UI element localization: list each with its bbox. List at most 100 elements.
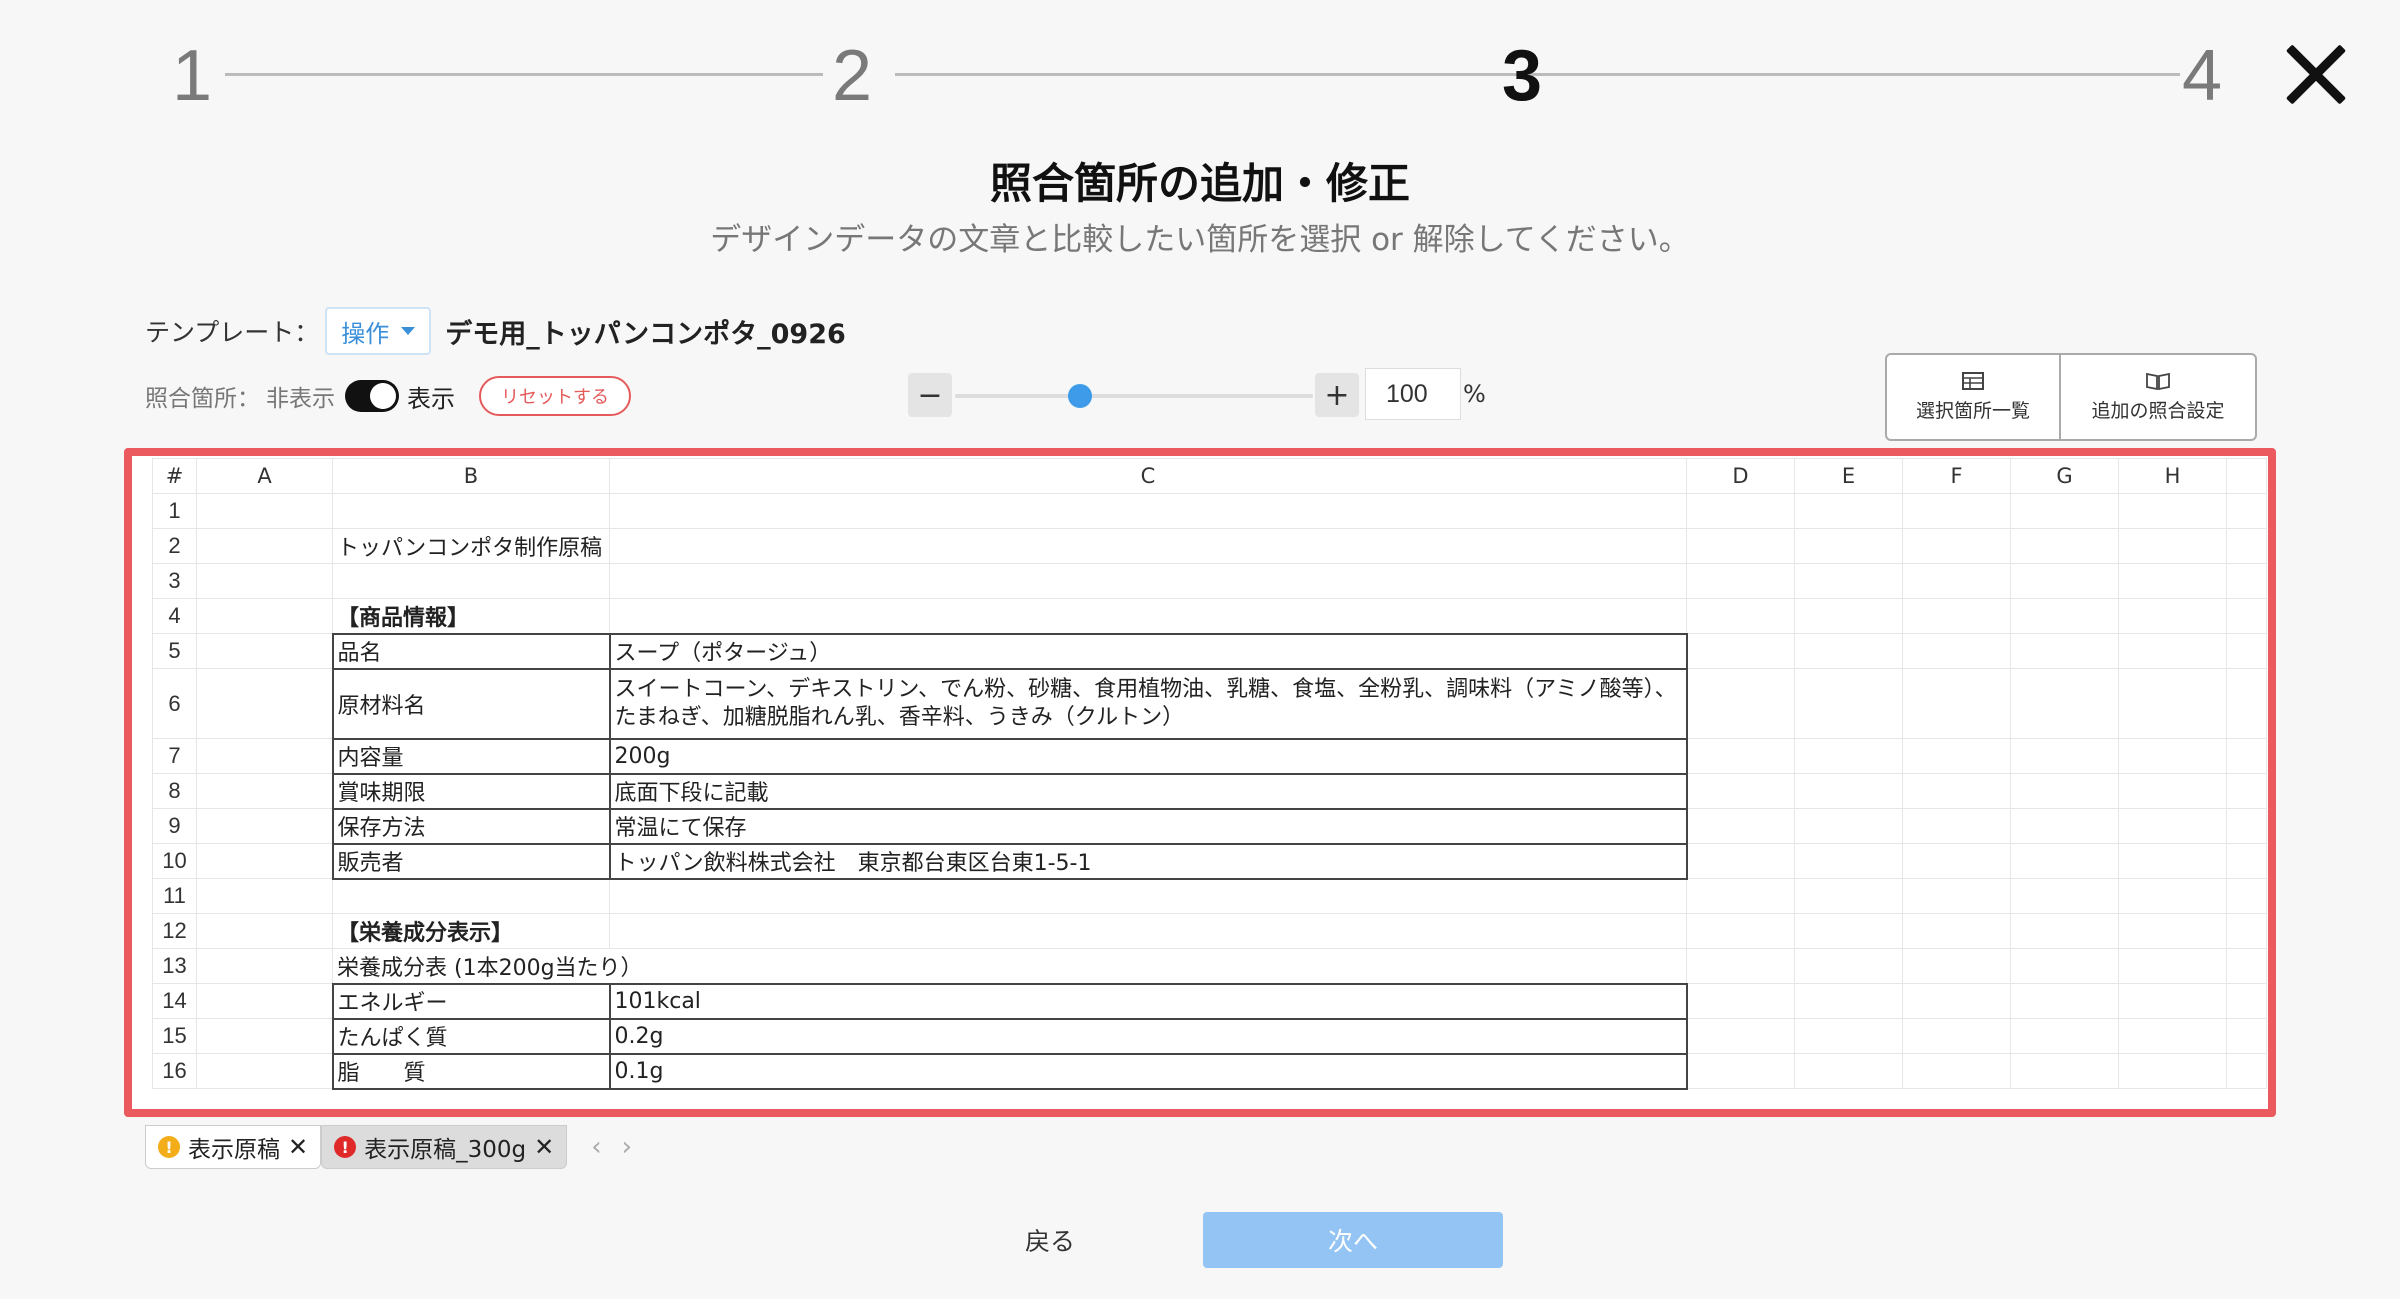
cell-a[interactable] xyxy=(196,808,333,844)
cell-f[interactable] xyxy=(1902,878,2011,914)
cell-b[interactable]: 品名 xyxy=(331,632,611,670)
column-header[interactable]: H xyxy=(2118,458,2227,494)
cell-b[interactable]: 栄養成分表 (1本200g当たり） xyxy=(332,948,1687,984)
cell-b[interactable]: トッパンコンポタ制作原稿 xyxy=(332,528,610,564)
cell-e[interactable] xyxy=(1794,563,1903,599)
cell-g[interactable] xyxy=(2010,493,2119,529)
cell-d[interactable] xyxy=(1686,668,1795,739)
cell-e[interactable] xyxy=(1794,493,1903,529)
cell-f[interactable] xyxy=(1902,843,2011,879)
cell-h[interactable] xyxy=(2118,913,2227,949)
cell-e[interactable] xyxy=(1794,668,1903,739)
chevron-left-icon[interactable]: ‹ xyxy=(591,1132,621,1162)
cell-a[interactable] xyxy=(196,948,333,984)
cell-e[interactable] xyxy=(1794,528,1903,564)
cell-b[interactable]: 【栄養成分表示】 xyxy=(332,913,610,949)
cell-g[interactable] xyxy=(2010,913,2119,949)
cell-h[interactable] xyxy=(2118,1018,2227,1054)
row-number[interactable]: 6 xyxy=(152,668,197,739)
selection-list-button[interactable]: 選択箇所一覧 xyxy=(1887,355,2059,439)
operation-dropdown[interactable]: 操作 xyxy=(325,307,432,355)
cell-b[interactable]: 【商品情報】 xyxy=(332,598,610,634)
cell-a[interactable] xyxy=(196,773,333,809)
cell-e[interactable] xyxy=(1794,1053,1903,1089)
cell-g[interactable] xyxy=(2010,1053,2119,1089)
cell-b[interactable] xyxy=(332,563,610,599)
cell-d[interactable] xyxy=(1686,1053,1795,1089)
cell-c[interactable]: 101kcal xyxy=(608,982,1688,1020)
cell-g[interactable] xyxy=(2010,1018,2119,1054)
reset-button[interactable]: リセットする xyxy=(479,376,631,416)
cell-g[interactable] xyxy=(2010,598,2119,634)
cell-d[interactable] xyxy=(1686,1018,1795,1054)
cell-d[interactable] xyxy=(1686,843,1795,879)
cell-e[interactable] xyxy=(1794,808,1903,844)
cell-h[interactable] xyxy=(2118,528,2227,564)
cell-f[interactable] xyxy=(1902,808,2011,844)
close-icon[interactable] xyxy=(2280,38,2352,110)
cell-h[interactable] xyxy=(2118,808,2227,844)
column-header[interactable]: E xyxy=(1794,458,1903,494)
cell-f[interactable] xyxy=(1902,668,2011,739)
cell-d[interactable] xyxy=(1686,983,1795,1019)
row-number[interactable]: 11 xyxy=(152,878,197,914)
cell-a[interactable] xyxy=(196,843,333,879)
cell-e[interactable] xyxy=(1794,738,1903,774)
cell-a[interactable] xyxy=(196,493,333,529)
cell-e[interactable] xyxy=(1794,633,1903,669)
cell-b[interactable]: 内容量 xyxy=(331,737,611,775)
cell-c[interactable]: 0.2g xyxy=(608,1017,1688,1055)
cell-c[interactable]: スープ（ポタージュ） xyxy=(608,632,1688,670)
cell-c[interactable]: スイートコーン、デキストリン、でん粉、砂糖、食用植物油、乳糖、食塩、全粉乳、調味… xyxy=(608,667,1688,740)
cell-g[interactable] xyxy=(2010,948,2119,984)
cell-c[interactable] xyxy=(609,598,1687,634)
cell-d[interactable] xyxy=(1686,493,1795,529)
cell-a[interactable] xyxy=(196,878,333,914)
cell-g[interactable] xyxy=(2010,983,2119,1019)
cell-d[interactable] xyxy=(1686,598,1795,634)
row-number[interactable]: 5 xyxy=(152,633,197,669)
cell-h[interactable] xyxy=(2118,563,2227,599)
cell-h[interactable] xyxy=(2118,633,2227,669)
cell-b[interactable] xyxy=(332,493,610,529)
row-number[interactable]: 12 xyxy=(152,913,197,949)
row-number[interactable]: 2 xyxy=(152,528,197,564)
cell-g[interactable] xyxy=(2010,808,2119,844)
zoom-out-button[interactable]: − xyxy=(908,373,952,417)
cell-f[interactable] xyxy=(1902,1053,2011,1089)
cell-d[interactable] xyxy=(1686,808,1795,844)
cell-d[interactable] xyxy=(1686,633,1795,669)
column-header[interactable]: G xyxy=(2010,458,2119,494)
row-number[interactable]: 9 xyxy=(152,808,197,844)
cell-c[interactable]: トッパン飲料株式会社 東京都台東区台東1-5-1 xyxy=(608,842,1688,880)
row-number[interactable]: 7 xyxy=(152,738,197,774)
cell-f[interactable] xyxy=(1902,738,2011,774)
column-header[interactable]: F xyxy=(1902,458,2011,494)
cell-f[interactable] xyxy=(1902,773,2011,809)
cell-b[interactable]: たんぱく質 xyxy=(331,1017,611,1055)
cell-h[interactable] xyxy=(2118,493,2227,529)
next-button[interactable]: 次へ xyxy=(1203,1212,1503,1268)
row-number[interactable]: 1 xyxy=(152,493,197,529)
chevron-right-icon[interactable]: › xyxy=(622,1132,652,1162)
cell-e[interactable] xyxy=(1794,598,1903,634)
row-number[interactable]: 10 xyxy=(152,843,197,879)
cell-b[interactable] xyxy=(332,878,610,914)
column-header[interactable]: B xyxy=(332,458,610,494)
cell-f[interactable] xyxy=(1902,563,2011,599)
cell-c[interactable] xyxy=(609,913,1687,949)
column-header[interactable]: D xyxy=(1686,458,1795,494)
cell-c[interactable] xyxy=(609,563,1687,599)
cell-e[interactable] xyxy=(1794,1018,1903,1054)
cell-g[interactable] xyxy=(2010,528,2119,564)
cell-a[interactable] xyxy=(196,738,333,774)
cell-h[interactable] xyxy=(2118,948,2227,984)
cell-c[interactable]: 底面下段に記載 xyxy=(608,772,1688,810)
row-number[interactable]: 4 xyxy=(152,598,197,634)
cell-a[interactable] xyxy=(196,563,333,599)
row-number[interactable]: 15 xyxy=(152,1018,197,1054)
cell-d[interactable] xyxy=(1686,738,1795,774)
cell-d[interactable] xyxy=(1686,878,1795,914)
cell-c[interactable] xyxy=(609,528,1687,564)
cell-d[interactable] xyxy=(1686,948,1795,984)
